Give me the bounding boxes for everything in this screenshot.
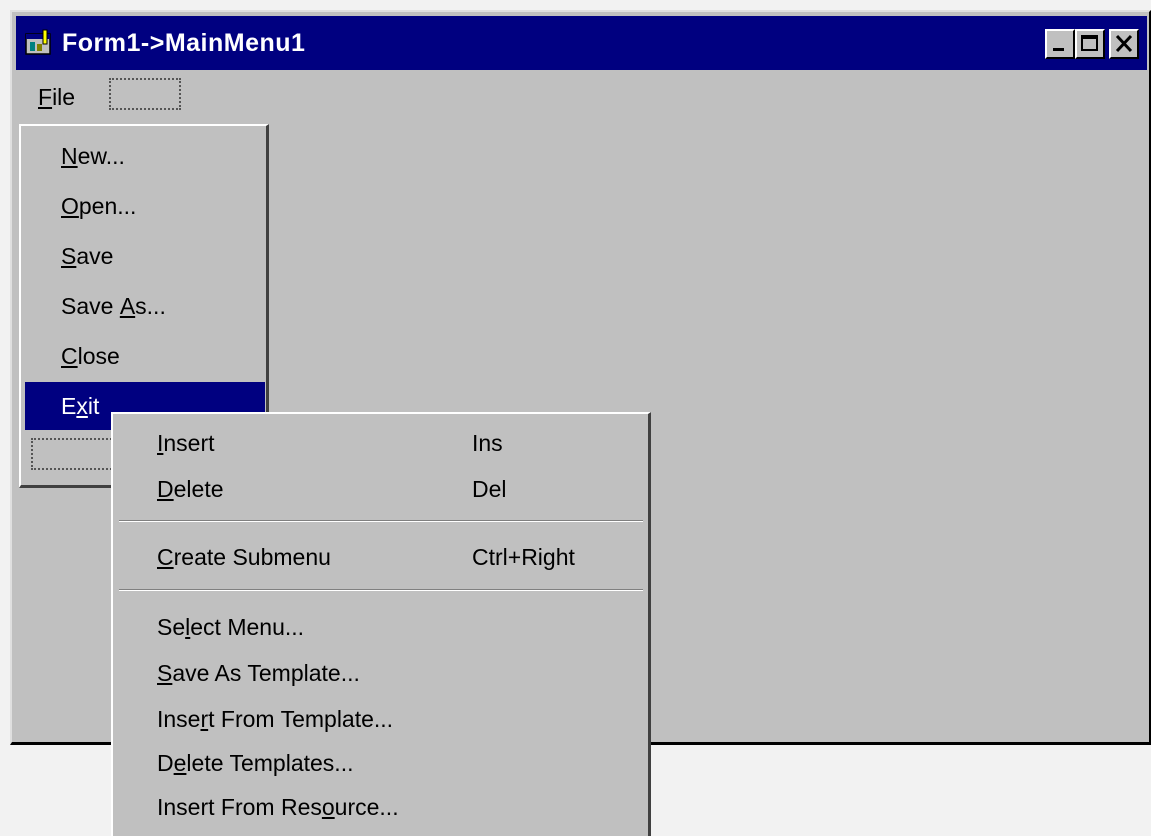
menu-item-accel: C [61, 342, 78, 369]
context-item-save-as-template[interactable]: Save As Template... [117, 650, 647, 696]
menu-item-text: Save [61, 292, 120, 319]
context-item-label: Create Submenu [157, 543, 331, 570]
new-menu-placeholder[interactable] [109, 78, 181, 110]
menu-file-rest: ile [52, 84, 76, 110]
menu-separator [119, 520, 643, 522]
title-buttons [1045, 29, 1139, 59]
menu-item-accel: A [119, 292, 136, 319]
context-item-shortcut: Del [472, 475, 507, 502]
menu-item-text: it [87, 392, 100, 419]
menu-item-text: ave [76, 242, 114, 269]
context-item-label: Save As Template... [157, 659, 360, 686]
close-icon [1115, 34, 1133, 53]
context-item-label: Delete [157, 475, 224, 502]
menu-item-save-as[interactable]: Save As... [25, 282, 265, 330]
context-item-shortcut: Ins [472, 429, 503, 456]
context-item-delete[interactable]: Delete Del [117, 466, 647, 512]
context-item-insert-from-resource[interactable]: Insert From Resource... [117, 784, 647, 830]
minimize-button[interactable] [1045, 29, 1075, 59]
form-app-icon[interactable] [24, 28, 54, 58]
menu-item-accel: x [76, 392, 88, 419]
menu-item-text: pen... [78, 192, 137, 219]
window-title: Form1->MainMenu1 [62, 28, 306, 57]
context-item-shortcut: Ctrl+Right [472, 543, 575, 570]
maximize-icon [1081, 35, 1098, 51]
menu-item-text: s... [135, 292, 166, 319]
menu-item-text: lose [77, 342, 120, 369]
menu-file-accel: F [38, 84, 53, 110]
menu-item-save[interactable]: Save [25, 232, 265, 280]
menu-item-open[interactable]: Open... [25, 182, 265, 230]
menu-file[interactable]: File [38, 84, 75, 111]
menu-item-close[interactable]: Close [25, 332, 265, 380]
maximize-button[interactable] [1075, 29, 1105, 59]
context-item-insert-from-template[interactable]: Insert From Template... [117, 696, 647, 742]
menu-item-accel: N [61, 142, 78, 169]
context-item-label: Insert From Template... [157, 705, 394, 732]
context-item-label: Insert [157, 429, 215, 456]
context-item-label: Select Menu... [157, 613, 305, 640]
context-item-select-menu[interactable]: Select Menu... [117, 604, 647, 650]
title-bar[interactable]: Form1->MainMenu1 [16, 16, 1147, 70]
context-item-label: Delete Templates... [157, 749, 354, 776]
menu-item-accel: O [61, 192, 79, 219]
context-item-label: Insert From Resource... [157, 793, 399, 820]
context-item-create-submenu[interactable]: Create Submenu Ctrl+Right [117, 534, 647, 580]
menu-bar: File [16, 74, 1145, 112]
menu-item-text: ew... [77, 142, 125, 169]
minimize-icon [1053, 48, 1064, 51]
context-menu: Insert Ins Delete Del Create Submenu Ctr… [111, 412, 651, 836]
menu-item-text: E [61, 392, 77, 419]
context-item-insert[interactable]: Insert Ins [117, 420, 647, 466]
menu-item-new[interactable]: New... [25, 132, 265, 180]
menu-separator [119, 589, 643, 591]
menu-item-accel: S [61, 242, 77, 269]
close-button[interactable] [1109, 29, 1139, 59]
context-item-delete-templates[interactable]: Delete Templates... [117, 740, 647, 786]
